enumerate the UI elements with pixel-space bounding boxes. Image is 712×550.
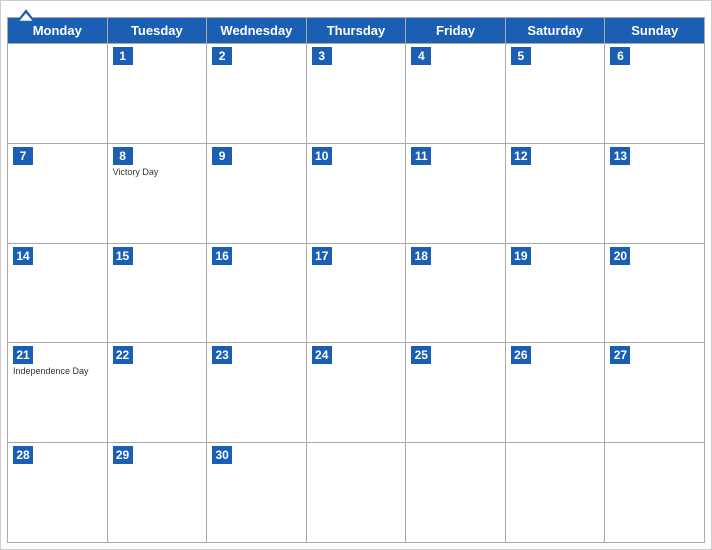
week-row-1: 7 8 Victory Day 9 10 11 12 13 [8,144,705,244]
day-number: 8 [113,147,133,165]
day-number [610,446,630,464]
day-cell: 7 [8,144,108,244]
week-row-4: 28 29 30 [8,443,705,543]
day-number: 25 [411,346,431,364]
day-cell: 15 [108,244,208,344]
day-number: 11 [411,147,431,165]
day-number: 22 [113,346,133,364]
day-number: 28 [13,446,33,464]
day-number [312,446,332,464]
day-number: 12 [511,147,531,165]
logo-icon [17,9,35,21]
calendar-grid: MondayTuesdayWednesdayThursdayFridaySatu… [7,17,705,543]
day-cell: 2 [207,44,307,144]
week-row-2: 14 15 16 17 18 19 20 [8,244,705,344]
day-cell: 5 [506,44,606,144]
day-cell: 1 [108,44,208,144]
day-cell: 11 [406,144,506,244]
day-cell: 26 [506,343,606,443]
day-cell: 24 [307,343,407,443]
calendar-header [1,1,711,17]
day-number: 26 [511,346,531,364]
day-number: 13 [610,147,630,165]
day-number: 7 [13,147,33,165]
day-number: 17 [312,247,332,265]
weeks: 12345678Victory Day910111213141516171819… [8,44,705,543]
day-cell: 20 [605,244,705,344]
day-cell [506,443,606,543]
day-header-friday: Friday [406,18,506,44]
holiday-label: Victory Day [113,167,202,178]
day-number: 16 [212,247,232,265]
day-cell: 23 [207,343,307,443]
day-cell [8,44,108,144]
day-number: 23 [212,346,232,364]
day-number: 3 [312,47,332,65]
day-cell: 27 [605,343,705,443]
day-cell: 6 [605,44,705,144]
day-number: 30 [212,446,232,464]
day-cell: 18 [406,244,506,344]
day-cell: 30 [207,443,307,543]
day-header-saturday: Saturday [506,18,606,44]
day-number: 1 [113,47,133,65]
day-number: 24 [312,346,332,364]
day-cell: 8 Victory Day [108,144,208,244]
day-number: 5 [511,47,531,65]
day-header-thursday: Thursday [307,18,407,44]
day-number: 18 [411,247,431,265]
day-cell [406,443,506,543]
day-number: 2 [212,47,232,65]
day-number: 9 [212,147,232,165]
day-cell: 14 [8,244,108,344]
day-cell [307,443,407,543]
day-cell: 28 [8,443,108,543]
day-cell: 21 Independence Day [8,343,108,443]
week-row-0: 1 2 3 4 5 6 [8,44,705,144]
day-number: 15 [113,247,133,265]
day-number: 29 [113,446,133,464]
day-number: 10 [312,147,332,165]
day-cell [605,443,705,543]
day-cell: 9 [207,144,307,244]
day-cell: 19 [506,244,606,344]
day-cell: 29 [108,443,208,543]
day-header-tuesday: Tuesday [108,18,208,44]
day-header-sunday: Sunday [605,18,705,44]
day-cell: 25 [406,343,506,443]
day-number: 14 [13,247,33,265]
day-cell: 12 [506,144,606,244]
day-number: 21 [13,346,33,364]
day-cell: 22 [108,343,208,443]
day-headers: MondayTuesdayWednesdayThursdayFridaySatu… [8,18,705,44]
day-header-wednesday: Wednesday [207,18,307,44]
day-number: 4 [411,47,431,65]
day-cell: 13 [605,144,705,244]
day-cell: 16 [207,244,307,344]
day-number: 20 [610,247,630,265]
day-number [511,446,531,464]
day-number: 19 [511,247,531,265]
calendar-wrapper: MondayTuesdayWednesdayThursdayFridaySatu… [0,0,712,550]
day-cell: 17 [307,244,407,344]
day-cell: 3 [307,44,407,144]
day-number [13,47,33,65]
day-number: 27 [610,346,630,364]
day-number [411,446,431,464]
day-number: 6 [610,47,630,65]
day-cell: 4 [406,44,506,144]
holiday-label: Independence Day [13,366,102,377]
day-header-monday: Monday [8,18,108,44]
week-row-3: 21 Independence Day 22 23 24 25 26 27 [8,343,705,443]
day-cell: 10 [307,144,407,244]
logo [17,9,35,21]
